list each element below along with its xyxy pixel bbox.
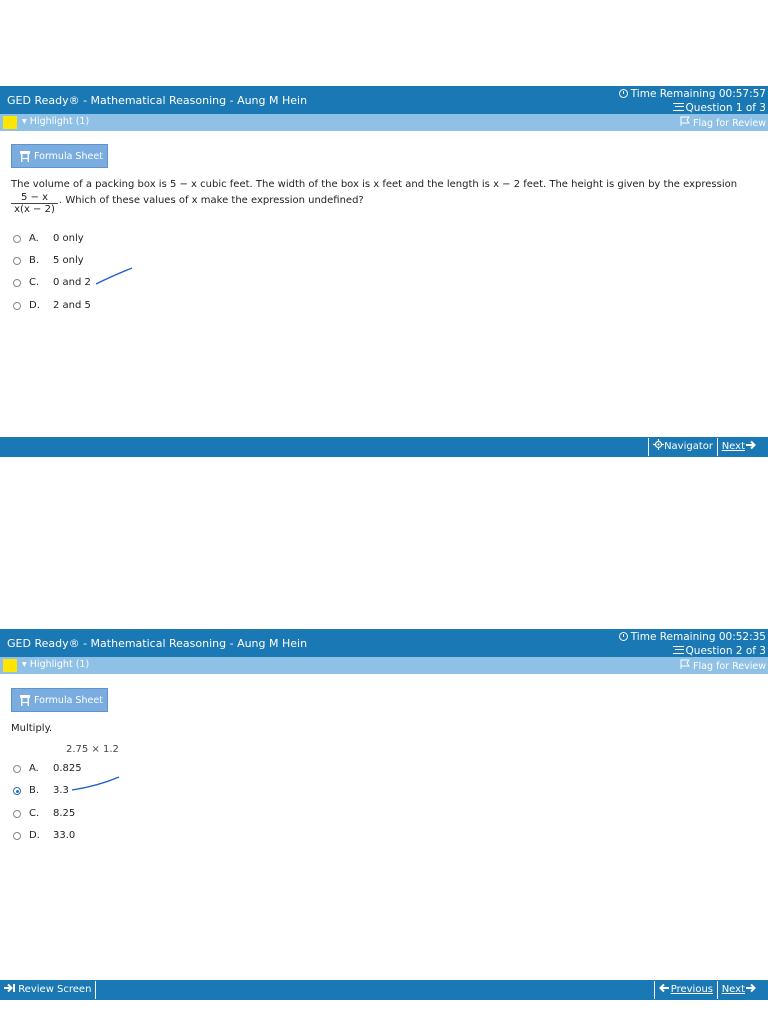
title-bar: GED Ready® - Mathematical Reasoning - Au… bbox=[0, 629, 768, 657]
formula-sheet-button[interactable]: Formula Sheet bbox=[11, 144, 108, 168]
formula-sheet-label: Formula Sheet bbox=[34, 695, 103, 706]
option-letter: B. bbox=[29, 785, 40, 796]
clock-icon bbox=[618, 89, 628, 98]
fraction-numerator: 5 − x bbox=[11, 192, 58, 204]
flag-for-review-label: Flag for Review bbox=[693, 118, 766, 129]
radio-d[interactable] bbox=[13, 302, 21, 310]
option-letter: C. bbox=[29, 808, 40, 819]
highlight-dropdown[interactable]: ▾ Highlight (1) bbox=[22, 659, 89, 670]
review-screen-label: Review Screen bbox=[18, 984, 92, 995]
flag-for-review-label: Flag for Review bbox=[693, 661, 766, 672]
stool-icon bbox=[20, 695, 30, 706]
arrow-left-icon bbox=[658, 983, 669, 993]
question-text: Multiply. bbox=[11, 723, 53, 734]
formula-sheet-button[interactable]: Formula Sheet bbox=[11, 688, 108, 712]
question-counter-text: Question 2 of 3 bbox=[685, 645, 766, 657]
formula-sheet-label: Formula Sheet bbox=[34, 151, 103, 162]
navigator-label: Navigator bbox=[664, 441, 713, 452]
option-text: 5 only bbox=[53, 255, 84, 266]
test-title: GED Ready® - Mathematical Reasoning - Au… bbox=[7, 94, 308, 107]
question-list-icon bbox=[672, 646, 684, 654]
fraction-denominator: x(x − 2) bbox=[14, 204, 55, 215]
question-text-line-2: . Which of these values of x make the ex… bbox=[59, 195, 364, 206]
arrow-right-icon bbox=[746, 440, 756, 450]
radio-a[interactable] bbox=[13, 235, 21, 243]
option-text: 33.0 bbox=[53, 830, 76, 841]
radio-c[interactable] bbox=[13, 279, 21, 287]
question-text-line-1: The volume of a packing box is 5 − x cub… bbox=[11, 179, 738, 190]
highlight-color-swatch[interactable] bbox=[3, 116, 17, 129]
question-screen-1: GED Ready® - Mathematical Reasoning - Au… bbox=[0, 86, 768, 457]
navigator-button[interactable]: Navigator bbox=[648, 438, 717, 456]
option-letter: A. bbox=[29, 233, 39, 244]
radio-a[interactable] bbox=[13, 765, 21, 773]
next-label: Next bbox=[721, 441, 745, 452]
radio-d[interactable] bbox=[13, 832, 21, 840]
review-arrow-icon bbox=[4, 983, 15, 993]
option-text: 3.3 bbox=[53, 785, 69, 796]
time-remaining: Time Remaining 00:52:35 bbox=[618, 631, 766, 643]
title-bar: GED Ready® - Mathematical Reasoning - Au… bbox=[0, 86, 768, 114]
option-text: 0 only bbox=[53, 233, 84, 244]
stool-icon bbox=[20, 151, 30, 162]
arrow-right-icon bbox=[746, 983, 756, 993]
radio-b-selected[interactable] bbox=[13, 787, 21, 795]
option-text: 2 and 5 bbox=[53, 300, 91, 311]
bottom-nav-bar: Navigator Next bbox=[0, 437, 768, 457]
expression: 2.75 × 1.2 bbox=[66, 744, 119, 755]
flag-for-review-button[interactable]: Flag for Review bbox=[680, 659, 766, 672]
question-screen-2: GED Ready® - Mathematical Reasoning - Au… bbox=[0, 629, 768, 1000]
flag-for-review-button[interactable]: Flag for Review bbox=[680, 116, 766, 129]
clock-icon bbox=[618, 632, 628, 641]
next-label: Next bbox=[721, 984, 745, 995]
option-letter: A. bbox=[29, 763, 39, 774]
next-button[interactable]: Next bbox=[716, 981, 760, 999]
question-counter: Question 1 of 3 bbox=[672, 102, 766, 114]
time-remaining-text: Time Remaining 00:52:35 bbox=[630, 631, 766, 643]
next-button[interactable]: Next bbox=[716, 438, 760, 456]
flag-icon bbox=[680, 659, 690, 669]
test-title: GED Ready® - Mathematical Reasoning - Au… bbox=[7, 637, 308, 650]
navigator-icon bbox=[653, 439, 665, 450]
time-remaining-text: Time Remaining 00:57:57 bbox=[630, 88, 766, 100]
question-counter: Question 2 of 3 bbox=[672, 645, 766, 657]
radio-c[interactable] bbox=[13, 810, 21, 818]
highlight-color-swatch[interactable] bbox=[3, 659, 17, 672]
tool-bar: ▾ Highlight (1) Flag for Review bbox=[0, 114, 768, 131]
option-letter: D. bbox=[29, 300, 40, 311]
option-letter: D. bbox=[29, 830, 40, 841]
highlight-dropdown[interactable]: ▾ Highlight (1) bbox=[22, 116, 89, 127]
option-letter: C. bbox=[29, 277, 40, 288]
height-expression-fraction: 5 − x x(x − 2) bbox=[11, 192, 58, 216]
question-list-icon bbox=[672, 103, 684, 111]
time-remaining: Time Remaining 00:57:57 bbox=[618, 88, 766, 100]
option-text: 8.25 bbox=[53, 808, 76, 819]
bottom-nav-bar: Review Screen Previous Next bbox=[0, 980, 768, 1000]
review-screen-button[interactable]: Review Screen bbox=[0, 981, 97, 999]
option-text: 0 and 2 bbox=[53, 277, 91, 288]
flag-icon bbox=[680, 116, 690, 126]
previous-button[interactable]: Previous bbox=[653, 981, 717, 999]
option-text: 0.825 bbox=[53, 763, 82, 774]
question-counter-text: Question 1 of 3 bbox=[685, 102, 766, 114]
option-letter: B. bbox=[29, 255, 40, 266]
radio-b[interactable] bbox=[13, 257, 21, 265]
tool-bar: ▾ Highlight (1) Flag for Review bbox=[0, 657, 768, 674]
previous-label: Previous bbox=[670, 984, 713, 995]
